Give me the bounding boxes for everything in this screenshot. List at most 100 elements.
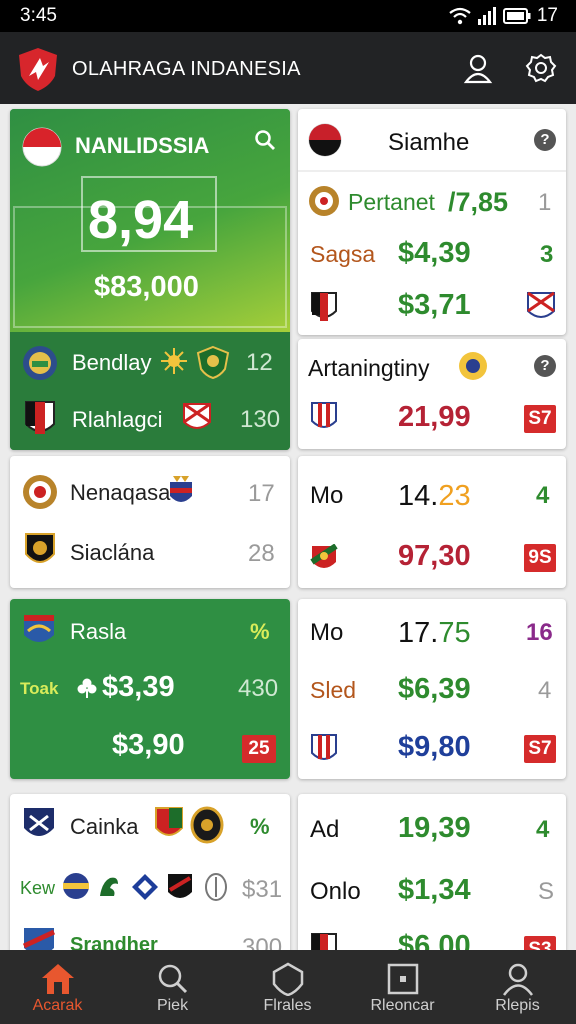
- app-title: OLAHRAGA INDANESIA: [72, 58, 301, 80]
- team-crest-icon: [24, 615, 54, 642]
- price-value: 19,39: [398, 812, 471, 844]
- flag-icon: [308, 123, 342, 157]
- nav-item-profile[interactable]: Rlepis: [460, 950, 575, 1024]
- team-crest-icon: [205, 873, 227, 901]
- dragon-icon: [100, 877, 118, 896]
- match-card[interactable]: Siamhe ? Pertanet /7,85 1 Sagsa $4,39 3 …: [298, 109, 566, 335]
- team-crest-icon: [170, 476, 192, 502]
- team-value: 28: [248, 540, 275, 567]
- match-card[interactable]: Mo 17.75 16 Sled $6,39 4 $9,80 S7: [298, 599, 566, 779]
- match-card-highlight[interactable]: Rasla % Toak $3,39 430 $3,90 25: [10, 599, 290, 779]
- team-name: Ad: [310, 816, 340, 843]
- price-value: $6,39: [398, 673, 471, 705]
- team-value: 3: [540, 241, 554, 268]
- clover-icon: [77, 678, 97, 698]
- price-value: $1,34: [398, 874, 471, 906]
- match-card[interactable]: Cainka % Kew $31 Srandher 300: [10, 794, 290, 950]
- status-time: 3:45: [20, 5, 57, 26]
- featured-score: 8,94: [88, 190, 194, 250]
- team-crest-icon: [183, 402, 211, 429]
- price-value: $4,39: [398, 237, 471, 269]
- team-name: Pertanet: [348, 189, 435, 215]
- nav-label: Rlepis: [495, 997, 540, 1014]
- list-item[interactable]: Rlahlagci 130: [10, 392, 290, 446]
- team-crest-icon: [23, 475, 57, 509]
- team-crest-icon: [311, 933, 337, 950]
- team-crest-icon: [311, 734, 337, 760]
- help-icon[interactable]: ?: [534, 355, 556, 377]
- team-value: 4: [536, 816, 550, 843]
- tag-label: Toak: [20, 679, 59, 698]
- team-crest-icon: [459, 352, 487, 380]
- odds-badge[interactable]: S3: [524, 936, 556, 950]
- battery-icon: [502, 8, 531, 24]
- team-name: Bendlay: [72, 350, 152, 375]
- featured-title: NANLIDSSIA: [75, 133, 210, 158]
- price-value: 14.23: [398, 480, 471, 513]
- list-item[interactable]: Bendlay 12: [10, 335, 290, 389]
- team-crest-icon: [311, 402, 337, 428]
- odds-badge[interactable]: 25: [242, 735, 276, 763]
- price-value: /7,85: [448, 187, 509, 217]
- team-crest-icon: [23, 346, 57, 380]
- team-name: Sagsa: [310, 241, 376, 267]
- price-value: $3,71: [398, 289, 471, 321]
- battery-level: 17: [536, 5, 558, 26]
- nav-label: Rleoncar: [370, 997, 435, 1014]
- bottom-nav: Acarak Piek Flrales Rleoncar Rlepis: [0, 950, 576, 1024]
- card-title: Siamhe: [388, 129, 470, 156]
- percent-label: %: [250, 814, 270, 839]
- nav-label: Flrales: [263, 997, 312, 1014]
- team-value: 4: [538, 677, 552, 704]
- price-dec: 23: [438, 480, 471, 512]
- price-value: 17.75: [398, 617, 471, 650]
- price-value: $6,00: [398, 930, 471, 950]
- team-name: Siaclána: [70, 540, 155, 565]
- nav-item-home[interactable]: Acarak: [0, 950, 115, 1024]
- price-secondary: $3,90: [112, 729, 185, 761]
- team-value: 12: [246, 349, 273, 376]
- divider: [298, 170, 566, 172]
- team-crest-icon: [168, 874, 192, 898]
- settings-icon[interactable]: [525, 52, 557, 84]
- user-icon[interactable]: [462, 52, 494, 84]
- list-item[interactable]: Nenaqasa 17: [10, 464, 290, 520]
- nav-item-shield[interactable]: Flrales: [230, 950, 345, 1024]
- odds-badge[interactable]: S7: [524, 735, 556, 763]
- wifi-icon: [449, 7, 471, 25]
- team-value: 4: [536, 482, 550, 509]
- match-card[interactable]: Artaningtiny ? 21,99 S7: [298, 339, 566, 449]
- match-card[interactable]: Nenaqasa 17 Siaclána 28: [10, 456, 290, 588]
- odds-badge[interactable]: 9S: [524, 544, 556, 572]
- featured-match-card[interactable]: NANLIDSSIA 8,94 $83,000 Bendlay 12 Rlahl…: [10, 109, 290, 450]
- team-value: $31: [242, 876, 283, 903]
- price-value: 21,99: [398, 401, 471, 433]
- app-logo-icon: [19, 48, 57, 91]
- nav-label: Piek: [156, 997, 189, 1014]
- nav-item-calendar[interactable]: Rleoncar: [345, 950, 460, 1024]
- list-item[interactable]: Siaclána 28: [10, 524, 290, 580]
- nav-label: Acarak: [32, 997, 83, 1014]
- odds-badge[interactable]: S7: [524, 405, 556, 433]
- team-crest-icon: [132, 874, 158, 900]
- nav-item-search[interactable]: Piek: [115, 950, 230, 1024]
- team-crest-icon: [311, 292, 337, 321]
- home-icon: [42, 964, 74, 994]
- status-bar: 3:45 17: [0, 0, 576, 32]
- team-value: 17: [248, 480, 275, 507]
- price-value: 97,30: [398, 540, 471, 572]
- tag-label: Kew: [20, 878, 56, 898]
- sun-icon: [161, 348, 187, 374]
- team-name: Sled: [310, 677, 357, 703]
- team-value: 1: [538, 189, 552, 216]
- team-name: Nenaqasa: [70, 480, 171, 505]
- team-crest-icon: [196, 345, 230, 379]
- team-crest-icon: [309, 186, 339, 216]
- match-card[interactable]: Mo 14.23 4 97,30 9S: [298, 456, 566, 588]
- price-value: $9,80: [398, 731, 471, 763]
- search-icon[interactable]: [254, 129, 276, 151]
- app-bar: OLAHRAGA INDANESIA: [0, 32, 576, 104]
- match-card[interactable]: Ad 19,39 4 Onlo $1,34 S $6,00 S3: [298, 794, 566, 950]
- team-name: Srandher: [70, 934, 158, 950]
- help-icon[interactable]: ?: [534, 129, 556, 151]
